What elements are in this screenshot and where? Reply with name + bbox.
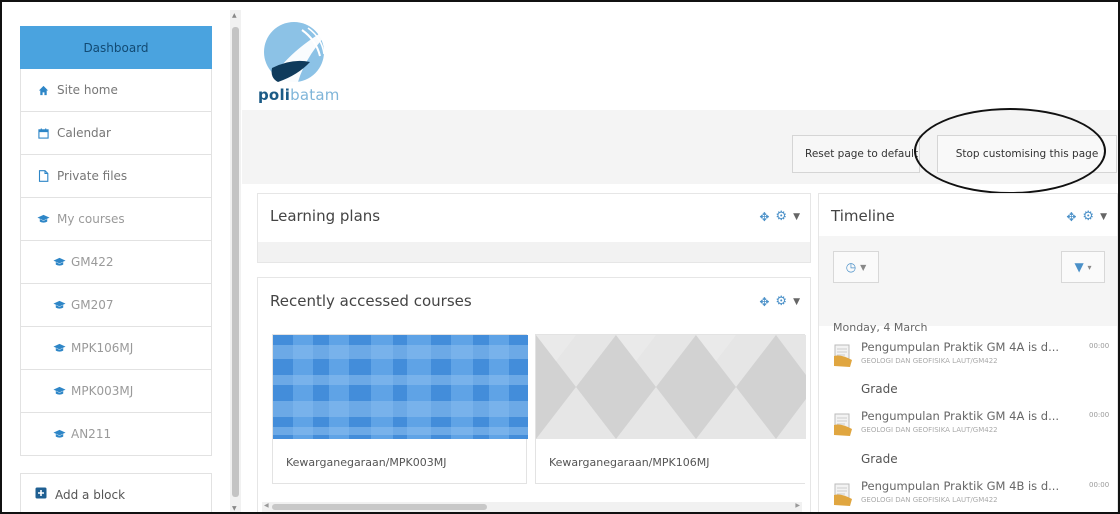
- chevron-down-icon[interactable]: ▼: [1100, 212, 1107, 222]
- sidebar-item-course[interactable]: MPK106MJ: [20, 327, 212, 370]
- plus-square-icon: [35, 487, 47, 502]
- sidebar-item-label: GM207: [71, 298, 114, 312]
- calendar-icon: [35, 127, 51, 139]
- reset-page-button[interactable]: Reset page to default: [792, 135, 920, 173]
- sidebar-item-label: Dashboard: [83, 40, 149, 55]
- event-course: GEOLOGI DAN GEOFISIKA LAUT/GM422: [861, 496, 998, 504]
- sidebar-item-label: AN211: [71, 427, 112, 441]
- event-time: 00:00: [1089, 481, 1110, 489]
- chevron-down-icon: ▾: [1087, 262, 1092, 272]
- scroll-down-icon[interactable]: ▼: [232, 505, 237, 512]
- graduation-cap-icon: [51, 343, 67, 353]
- course-image: [273, 335, 528, 439]
- graduation-cap-icon: [51, 300, 67, 310]
- chevron-down-icon[interactable]: ▼: [793, 297, 800, 307]
- course-image: [536, 335, 806, 439]
- block-title: Recently accessed courses: [270, 292, 472, 310]
- grade-link[interactable]: Grade: [861, 452, 898, 466]
- block-controls: ✥ ⚙ ▼: [1066, 209, 1107, 224]
- scroll-up-icon[interactable]: ▲: [232, 12, 237, 19]
- site-logo-text[interactable]: polibatam: [258, 86, 340, 104]
- event-title-link[interactable]: Pengumpulan Praktik GM 4A is d...: [861, 409, 1059, 423]
- sidebar-item-my-courses[interactable]: My courses: [20, 198, 212, 241]
- assignment-icon: [833, 413, 853, 437]
- assignment-icon: [833, 344, 853, 368]
- sidebar-item-label: Site home: [57, 83, 118, 97]
- sidebar-item-site-home[interactable]: Site home: [20, 69, 212, 112]
- move-icon[interactable]: ✥: [759, 295, 769, 309]
- event-course: GEOLOGI DAN GEOFISIKA LAUT/GM422: [861, 357, 998, 365]
- clock-icon: ◷: [845, 260, 857, 274]
- block-title: Learning plans: [270, 207, 381, 225]
- block-controls: ✥ ⚙ ▼: [759, 294, 800, 309]
- app-window: Dashboard Site home Calendar Private fil…: [0, 0, 1120, 514]
- event-time: 00:00: [1089, 342, 1110, 350]
- sidebar-item-course[interactable]: MPK003MJ: [20, 370, 212, 413]
- course-card[interactable]: Kewarganegaraan/MPK003MJ: [272, 334, 528, 485]
- sidebar-nav: Dashboard Site home Calendar Private fil…: [20, 26, 212, 471]
- timeline-day-filter-button[interactable]: ◷ ▼: [833, 251, 879, 283]
- scroll-right-icon[interactable]: ▶: [795, 502, 800, 509]
- gear-icon[interactable]: ⚙: [775, 294, 787, 309]
- graduation-cap-icon: [51, 429, 67, 439]
- sidebar-item-label: MPK003MJ: [71, 384, 134, 398]
- sidebar-scrollbar[interactable]: ▲ ▼: [230, 10, 241, 512]
- timeline-sort-button[interactable]: ▼ ▾: [1061, 251, 1105, 283]
- event-title-link[interactable]: Pengumpulan Praktik GM 4B is d...: [861, 479, 1059, 493]
- graduation-cap-icon: [35, 214, 51, 224]
- learning-plans-block: Learning plans ✥ ⚙ ▼: [257, 193, 811, 263]
- course-name[interactable]: Kewarganegaraan/MPK106MJ: [536, 439, 805, 485]
- course-card[interactable]: Kewarganegaraan/MPK106MJ: [535, 334, 806, 485]
- timeline-block: Timeline ✥ ⚙ ▼ ◷ ▼ ▼ ▾ Monday, 4 March P…: [818, 193, 1118, 512]
- add-block-button[interactable]: Add a block: [20, 473, 212, 512]
- scroll-left-icon[interactable]: ◀: [264, 502, 269, 509]
- grade-link[interactable]: Grade: [861, 382, 898, 396]
- chevron-down-icon: ▼: [860, 262, 867, 272]
- sidebar-item-dashboard[interactable]: Dashboard: [20, 26, 212, 69]
- sidebar-item-course[interactable]: GM422: [20, 241, 212, 284]
- sidebar-item-course[interactable]: AN211: [20, 413, 212, 456]
- move-icon[interactable]: ✥: [1066, 210, 1076, 224]
- recent-courses-block: Recently accessed courses ✥ ⚙ ▼ Kewargan…: [257, 277, 811, 512]
- move-icon[interactable]: ✥: [759, 210, 769, 224]
- logo-part1: poli: [258, 86, 291, 104]
- scrollbar-thumb[interactable]: [232, 27, 239, 497]
- scrollbar-thumb[interactable]: [272, 504, 487, 510]
- file-icon: [35, 170, 51, 182]
- gear-icon[interactable]: ⚙: [775, 209, 787, 224]
- graduation-cap-icon: [51, 257, 67, 267]
- timeline-filters: ◷ ▼ ▼ ▾: [819, 236, 1117, 326]
- graduation-cap-icon: [51, 386, 67, 396]
- sidebar-item-label: MPK106MJ: [71, 341, 134, 355]
- timeline-date: Monday, 4 March: [833, 321, 928, 334]
- sidebar-item-label: My courses: [57, 212, 125, 226]
- sidebar-item-label: Private files: [57, 169, 128, 183]
- logo-part2: batam: [290, 86, 340, 104]
- sidebar-item-calendar[interactable]: Calendar: [20, 112, 212, 155]
- courses-scrollbar[interactable]: ◀ ▶: [262, 502, 802, 512]
- event-course: GEOLOGI DAN GEOFISIKA LAUT/GM422: [861, 426, 998, 434]
- annotation-circle: [914, 108, 1106, 194]
- block-title: Timeline: [831, 207, 895, 225]
- sidebar-item-private-files[interactable]: Private files: [20, 155, 212, 198]
- filter-icon: ▼: [1074, 260, 1084, 274]
- course-name[interactable]: Kewarganegaraan/MPK003MJ: [273, 439, 526, 485]
- block-controls: ✥ ⚙ ▼: [759, 209, 800, 224]
- sidebar-item-label: Calendar: [57, 126, 111, 140]
- sidebar-item-course[interactable]: GM207: [20, 284, 212, 327]
- event-time: 00:00: [1089, 411, 1110, 419]
- event-title-link[interactable]: Pengumpulan Praktik GM 4A is d...: [861, 340, 1059, 354]
- block-content: [258, 242, 810, 262]
- home-icon: [35, 85, 51, 96]
- sidebar-item-label: GM422: [71, 255, 114, 269]
- gear-icon[interactable]: ⚙: [1082, 209, 1094, 224]
- assignment-icon: [833, 483, 853, 507]
- chevron-down-icon[interactable]: ▼: [793, 212, 800, 222]
- add-block-label: Add a block: [55, 487, 126, 502]
